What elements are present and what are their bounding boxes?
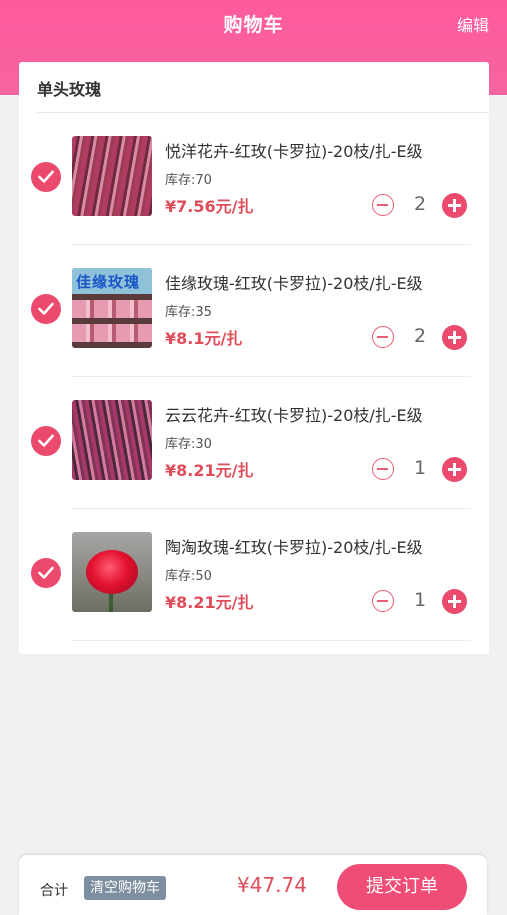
product-name[interactable]: 陶淘玫瑰-红玫(卡罗拉)-20枝/扎-E级 — [165, 534, 423, 558]
group-title: 单头玫瑰 — [37, 80, 102, 99]
increase-quantity-button[interactable] — [442, 457, 467, 482]
image-row — [72, 324, 152, 342]
checkmark-icon — [38, 302, 54, 315]
stock-label: 库存:35 — [165, 305, 212, 320]
decrease-quantity-button[interactable] — [372, 458, 394, 480]
price-label: ¥8.1元/扎 — [165, 329, 243, 348]
decrease-quantity-button[interactable] — [372, 326, 394, 348]
product-image[interactable]: 佳缘玫瑰 — [72, 268, 152, 348]
product-name[interactable]: 云云花卉-红玫(卡罗拉)-20枝/扎-E级 — [165, 402, 423, 426]
cart-item: 佳缘玫瑰 佳缘玫瑰-红玫(卡罗拉)-20枝/扎-E级 库存:35 ¥8.1元/扎… — [19, 245, 489, 377]
quantity-value: 1 — [413, 457, 427, 479]
page-title: 购物车 — [223, 14, 284, 36]
product-image[interactable] — [72, 532, 152, 612]
product-name[interactable]: 悦洋花卉-红玫(卡罗拉)-20枝/扎-E级 — [165, 138, 423, 162]
divider — [72, 640, 471, 641]
price-label: ¥8.21元/扎 — [165, 593, 254, 612]
product-image[interactable] — [72, 136, 152, 216]
price-label: ¥7.56元/扎 — [165, 197, 254, 216]
quantity-value: 2 — [413, 193, 427, 215]
checkout-bar: 合计 清空购物车 ¥47.74 提交订单 — [19, 855, 487, 915]
checkmark-icon — [38, 434, 54, 447]
increase-quantity-button[interactable] — [442, 589, 467, 614]
quantity-value: 2 — [413, 325, 427, 347]
edit-button[interactable]: 编辑 — [457, 12, 489, 36]
submit-order-button[interactable]: 提交订单 — [337, 864, 467, 910]
product-name[interactable]: 佳缘玫瑰-红玫(卡罗拉)-20枝/扎-E级 — [165, 270, 423, 294]
item-checkbox[interactable] — [31, 294, 61, 324]
image-banner: 佳缘玫瑰 — [72, 268, 152, 294]
checkmark-icon — [38, 170, 54, 183]
product-image[interactable] — [72, 400, 152, 480]
stock-label: 库存:30 — [165, 437, 212, 452]
item-checkbox[interactable] — [31, 162, 61, 192]
image-row — [72, 300, 152, 318]
quantity-value: 1 — [413, 589, 427, 611]
increase-quantity-button[interactable] — [442, 193, 467, 218]
image-watermark-text: 佳缘玫瑰 — [76, 273, 141, 291]
price-label: ¥8.21元/扎 — [165, 461, 254, 480]
total-amount: ¥47.74 — [237, 873, 307, 897]
increase-quantity-button[interactable] — [442, 325, 467, 350]
item-checkbox[interactable] — [31, 426, 61, 456]
cart-item: 陶淘玫瑰-红玫(卡罗拉)-20枝/扎-E级 库存:50 ¥8.21元/扎 1 — [19, 509, 489, 641]
decrease-quantity-button[interactable] — [372, 194, 394, 216]
cart-item: 悦洋花卉-红玫(卡罗拉)-20枝/扎-E级 库存:70 ¥7.56元/扎 2 — [19, 113, 489, 245]
checkmark-icon — [38, 566, 54, 579]
decrease-quantity-button[interactable] — [372, 590, 394, 612]
total-label: 合计 — [40, 883, 68, 899]
stock-label: 库存:70 — [165, 173, 212, 188]
clear-cart-button[interactable]: 清空购物车 — [84, 876, 166, 900]
stock-label: 库存:50 — [165, 569, 212, 584]
image-rose — [86, 550, 138, 594]
cart-item: 云云花卉-红玫(卡罗拉)-20枝/扎-E级 库存:30 ¥8.21元/扎 1 — [19, 377, 489, 509]
cart-group-card: 单头玫瑰 悦洋花卉-红玫(卡罗拉)-20枝/扎-E级 库存:70 ¥7.56元/… — [19, 62, 489, 654]
item-checkbox[interactable] — [31, 558, 61, 588]
